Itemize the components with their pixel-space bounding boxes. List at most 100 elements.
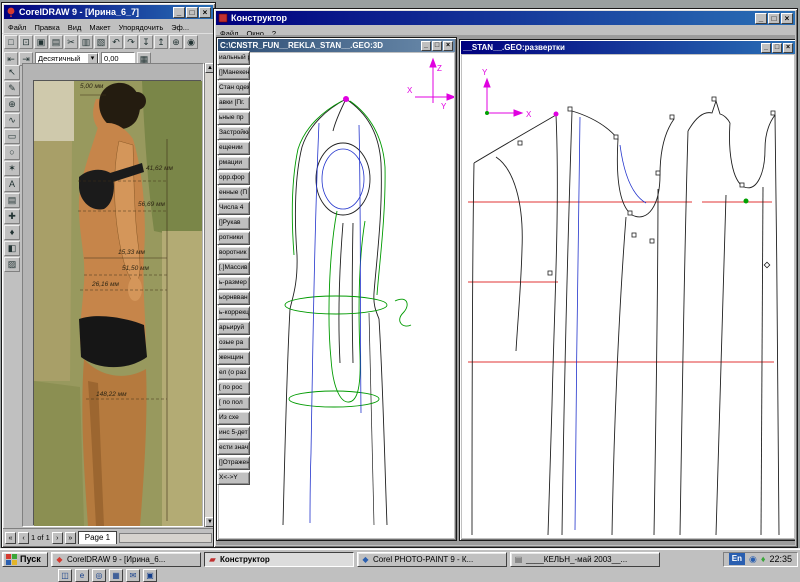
task-button-photopaint[interactable]: ◆ Corel PHOTO-PAINT 9 - К... (357, 552, 507, 567)
maximize-button[interactable]: □ (772, 43, 782, 53)
minimize-button[interactable]: _ (761, 43, 771, 53)
constructor-tool-button[interactable]: Из схе (217, 411, 250, 425)
constructor-tool-button[interactable]: арьируй (217, 321, 250, 335)
constructor-tool-button[interactable]: инс 5-дет (217, 426, 250, 440)
outline-tool-icon[interactable]: ♦ (4, 225, 20, 240)
constructor-tool-button[interactable]: []Манекен (217, 66, 250, 80)
task-button-document[interactable]: ▤ ____КЕЛЬН_-май 2003__... (510, 552, 660, 567)
constructor-titlebar[interactable]: Конструктор _ □ × (216, 11, 795, 25)
constructor-tool-button[interactable]: женщин (217, 351, 250, 365)
constructor-tool-button[interactable]: орр.фор (217, 171, 250, 185)
maximize-button[interactable]: □ (432, 41, 442, 51)
page-tab[interactable]: Page 1 (78, 531, 117, 544)
folder-shortcut-icon[interactable]: ▣ (143, 569, 157, 582)
paste-icon[interactable]: ▧ (94, 35, 108, 49)
fill-tool-icon[interactable]: ◧ (4, 241, 20, 256)
mail-icon[interactable]: ✉ (126, 569, 140, 582)
close-button[interactable]: × (443, 41, 453, 51)
zoom-tool-icon[interactable]: ⊕ (4, 97, 20, 112)
rectangle-tool-icon[interactable]: ▭ (4, 129, 20, 144)
first-page-icon[interactable]: « (5, 532, 16, 544)
constructor-tool-button[interactable]: ь-размер (217, 276, 250, 290)
polygon-tool-icon[interactable]: ✶ (4, 161, 20, 176)
volume-tray-icon[interactable]: ◉ (749, 553, 757, 565)
constructor-tool-button[interactable]: [ по пол (217, 396, 250, 410)
corel-online-icon[interactable]: ◉ (184, 35, 198, 49)
coreldraw-titlebar[interactable]: CorelDRAW 9 - [Ирина_6_7] _ □ × (4, 5, 213, 19)
internet-explorer-icon[interactable]: e (75, 569, 89, 582)
constructor-tool-button[interactable]: ь-коррекц (217, 306, 250, 320)
text-tool-icon[interactable]: A (4, 177, 20, 192)
constructor-tool-button[interactable]: ести знач (217, 441, 250, 455)
constructor-tool-button[interactable]: Застройки (217, 126, 250, 140)
constructor-tool-button[interactable]: ещении (217, 141, 250, 155)
show-desktop-icon[interactable]: ◫ (58, 569, 72, 582)
interactive-fill-icon[interactable]: ▤ (4, 193, 20, 208)
constructor-tool-button[interactable]: авки [Пг. (217, 96, 250, 110)
ellipse-tool-icon[interactable]: ○ (4, 145, 20, 160)
coreldraw-canvas[interactable]: 5,00 мм 41,62 мм 56,69 мм 15,33 мм 51,50… (22, 63, 204, 527)
close-button[interactable]: × (781, 13, 793, 24)
constructor-tool-button[interactable]: озые ра (217, 336, 250, 350)
constructor-tool-button[interactable]: ьные пр (217, 111, 250, 125)
close-button[interactable]: × (199, 7, 211, 18)
maximize-button[interactable]: □ (186, 7, 198, 18)
horizontal-scrollbar[interactable] (119, 533, 212, 543)
constructor-tool-button[interactable]: ротники (217, 231, 250, 245)
menu-item[interactable]: Макет (85, 23, 114, 32)
last-page-icon[interactable]: » (65, 532, 76, 544)
new-icon[interactable]: □ (4, 35, 18, 49)
menu-item[interactable]: Правка (30, 23, 63, 32)
language-indicator[interactable]: En (729, 553, 745, 565)
constructor-tool-button[interactable]: воротник (217, 246, 250, 260)
display-tray-icon[interactable]: ♦ (761, 553, 766, 565)
minimize-button[interactable]: _ (421, 41, 431, 51)
constructor-tool-button[interactable]: иальный р (217, 51, 250, 65)
next-page-icon[interactable]: › (52, 532, 63, 544)
print-icon[interactable]: ▤ (49, 35, 63, 49)
cut-icon[interactable]: ✂ (64, 35, 78, 49)
channels-icon[interactable]: ▦ (109, 569, 123, 582)
menu-item[interactable]: Файл (4, 23, 30, 32)
interactive-tool-icon[interactable]: ▨ (4, 257, 20, 272)
menu-item[interactable]: Упорядочить (115, 23, 168, 32)
task-button-coreldraw[interactable]: ◆ CorelDRAW 9 - [Ирина_6... (51, 552, 201, 567)
constructor-tool-button[interactable]: []Рукав (217, 216, 250, 230)
constructor-tool-button[interactable]: Стан одеж (217, 81, 250, 95)
clock[interactable]: 22:35 (769, 554, 792, 564)
save-icon[interactable]: ▣ (34, 35, 48, 49)
task-button-constructor[interactable]: ▰ Конструктор (204, 552, 354, 567)
start-button[interactable]: Пуск (2, 552, 48, 567)
eyedropper-tool-icon[interactable]: ✚ (4, 209, 20, 224)
constructor-tool-button[interactable]: Числа 4 (217, 201, 250, 215)
minimize-button[interactable]: _ (173, 7, 185, 18)
child-3d-titlebar[interactable]: C:\CNSTR_FUN__REKLA_STAN__.GEO:3D _ □ × (218, 39, 455, 52)
pick-tool-icon[interactable]: ↖ (4, 65, 20, 80)
constructor-tool-button[interactable]: енные (П (217, 186, 250, 200)
export-icon[interactable]: ↥ (154, 35, 168, 49)
child-flat-titlebar[interactable]: __STAN__.GEO:развертки _ □ × (461, 41, 795, 54)
freehand-tool-icon[interactable]: ∿ (4, 113, 20, 128)
import-icon[interactable]: ↧ (139, 35, 153, 49)
garment-3d-canvas[interactable]: X Z Y (219, 53, 454, 538)
constructor-tool-button[interactable]: X<->Y (217, 471, 250, 485)
maximize-button[interactable]: □ (768, 13, 780, 24)
open-icon[interactable]: ⊡ (19, 35, 33, 49)
menu-item[interactable]: Вид (64, 23, 86, 32)
constructor-tool-button[interactable]: [.]Массив (217, 261, 250, 275)
menu-item[interactable]: Эф... (167, 23, 193, 32)
zoom-icon[interactable]: ⊕ (169, 35, 183, 49)
shape-tool-icon[interactable]: ✎ (4, 81, 20, 96)
copy-icon[interactable]: ▥ (79, 35, 93, 49)
close-button[interactable]: × (783, 43, 793, 53)
constructor-tool-button[interactable]: []Отражен (217, 456, 250, 470)
constructor-tool-button[interactable]: [ по рос (217, 381, 250, 395)
constructor-tool-button[interactable]: ел (о раз (217, 366, 250, 380)
redo-icon[interactable]: ↷ (124, 35, 138, 49)
undo-icon[interactable]: ↶ (109, 35, 123, 49)
pattern-flat-canvas[interactable]: Y X (462, 55, 794, 538)
constructor-tool-button[interactable]: рмации (217, 156, 250, 170)
constructor-tool-button[interactable]: ьорнвван (217, 291, 250, 305)
minimize-button[interactable]: _ (755, 13, 767, 24)
prev-page-icon[interactable]: ‹ (18, 532, 29, 544)
